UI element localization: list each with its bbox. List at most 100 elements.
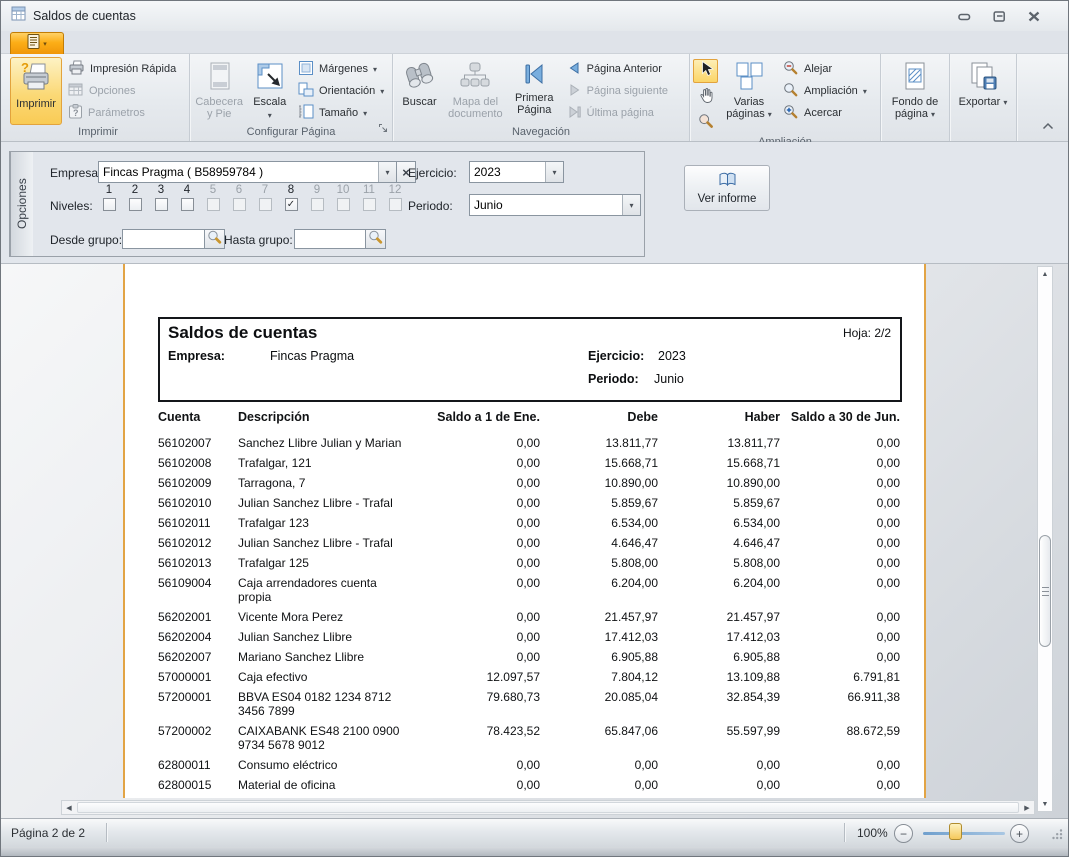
application-menu-button[interactable]: ▾ [10, 32, 64, 54]
page-indicator: Página 2 de 2 [11, 826, 85, 840]
minimize-button[interactable] [956, 10, 972, 23]
buscar-button[interactable]: Buscar [396, 57, 443, 125]
desde-grupo-field [122, 229, 225, 249]
ver-informe-button[interactable]: Ver informe [684, 165, 770, 211]
hand-tool-button[interactable] [693, 85, 718, 109]
exportar-button[interactable]: Exportar ▾ [954, 57, 1012, 125]
chevron-down-icon[interactable]: ▾ [378, 162, 396, 182]
pointer-tool-button[interactable] [693, 59, 718, 83]
ejercicio-input[interactable] [470, 162, 545, 182]
chevron-down-icon[interactable]: ▾ [545, 162, 563, 182]
close-button[interactable] [1026, 10, 1042, 23]
collapse-ribbon-button[interactable] [1042, 117, 1054, 135]
ribbon-group-exportar: Exportar ▾ [950, 54, 1017, 141]
hasta-grupo-search-button[interactable] [366, 229, 386, 249]
acercar-button[interactable]: Acercar [779, 103, 875, 123]
report-empresa-label: Empresa: [168, 349, 225, 363]
table-cell: 13.109,88 [658, 667, 780, 687]
table-row: 56202001Vicente Mora Perez0,0021.457,972… [158, 607, 900, 627]
scroll-down-arrow[interactable]: ▼ [1038, 797, 1052, 811]
table-cell: 0,00 [658, 755, 780, 775]
empresa-label: Empresa: [50, 166, 101, 180]
orientacion-button[interactable]: Orientación ▾ [294, 81, 389, 101]
resize-grip-icon[interactable] [1051, 828, 1063, 843]
scroll-left-arrow[interactable]: ◀ [62, 801, 76, 814]
vertical-scrollbar-thumb[interactable] [1039, 535, 1051, 647]
margenes-button[interactable]: Márgenes ▾ [294, 59, 389, 79]
nivel-checkbox-8[interactable]: ✓ [285, 198, 298, 211]
table-cell: 0,00 [780, 473, 900, 493]
nivel-checkbox-1[interactable] [103, 198, 116, 211]
table-cell: Tarragona, 7 [238, 473, 413, 493]
alejar-button[interactable]: Alejar [779, 59, 875, 79]
primera-pagina-button[interactable]: Primera Página [508, 57, 561, 125]
empresa-combobox[interactable]: ▾ [98, 161, 397, 183]
dialog-launcher-icon[interactable] [378, 121, 389, 139]
escala-button[interactable]: Escala ▾ [247, 57, 292, 125]
table-cell: 0,00 [780, 627, 900, 647]
maximize-button[interactable] [991, 10, 1007, 23]
opciones-button[interactable]: Opciones [64, 81, 186, 101]
ampliacion-button[interactable]: Ampliación ▾ [779, 81, 875, 101]
table-row: 62800011Consumo eléctrico0,000,000,000,0… [158, 755, 900, 775]
empresa-input[interactable] [99, 162, 378, 182]
fondo-pagina-button[interactable]: Fondo de página ▾ [884, 57, 946, 125]
ultima-pagina-button[interactable]: Última página [563, 103, 686, 123]
zoom-tool-button[interactable] [693, 111, 718, 135]
scroll-up-arrow[interactable]: ▲ [1038, 267, 1052, 281]
vertical-scrollbar[interactable]: ▲ ▼ [1037, 266, 1053, 812]
svg-text:?: ? [73, 108, 79, 118]
impresion-rapida-button[interactable]: Impresión Rápida [64, 59, 186, 79]
table-cell: 79.680,73 [413, 687, 540, 721]
table-cell: 13.811,77 [658, 433, 780, 453]
zoom-slider-track[interactable] [923, 832, 1005, 835]
table-cell: 57200001 [158, 687, 238, 721]
table-cell: 78.423,52 [413, 721, 540, 755]
desde-grupo-search-button[interactable] [205, 229, 225, 249]
mapa-documento-button[interactable]: Mapa del documento [445, 57, 506, 125]
periodo-combobox[interactable]: ▾ [469, 194, 641, 216]
cabecera-pie-button[interactable]: Cabecera y Pie [193, 57, 245, 125]
ejercicio-combobox[interactable]: ▾ [469, 161, 564, 183]
periodo-input[interactable] [470, 195, 622, 215]
nivel-checkbox-3[interactable] [155, 198, 168, 211]
zoom-slider-thumb[interactable] [949, 823, 962, 840]
document-preview: Saldos de cuentas Hoja: 2/2 Empresa: Fin… [1, 263, 1068, 818]
table-cell: 88.672,59 [780, 721, 900, 755]
nivel-checkbox-4[interactable] [181, 198, 194, 211]
pagina-siguiente-button[interactable]: Página siguiente [563, 81, 686, 101]
table-cell: 0,00 [780, 533, 900, 553]
horizontal-scrollbar[interactable]: ◀ ▶ [61, 800, 1035, 815]
nivel-checkbox-2[interactable] [129, 198, 142, 211]
desde-grupo-input[interactable] [122, 229, 205, 249]
document-map-icon [459, 61, 491, 94]
table-row: 56109004Caja arrendadores cuenta propia0… [158, 573, 900, 607]
horizontal-scrollbar-thumb[interactable] [77, 802, 1019, 813]
desde-grupo-label: Desde grupo: [50, 233, 122, 247]
nivel-number-label: 5 [210, 184, 216, 196]
scroll-right-arrow[interactable]: ▶ [1020, 801, 1034, 814]
chevron-down-icon: ▾ [1003, 98, 1007, 107]
hasta-grupo-input[interactable] [294, 229, 366, 249]
exportar-label: Exportar ▾ [958, 96, 1009, 109]
ribbon-group-navegacion: Buscar Mapa del documento Primera Página [393, 54, 690, 141]
table-cell: 0,00 [413, 473, 540, 493]
table-cell: 55.597,99 [658, 721, 780, 755]
imprimir-button[interactable]: ? Imprimir [10, 57, 62, 125]
pagina-anterior-button[interactable]: Página Anterior [563, 59, 686, 79]
zoom-out-button[interactable]: − [894, 824, 913, 843]
tamano-button[interactable]: Tamaño ▾ [294, 103, 389, 123]
chevron-down-icon[interactable]: ▾ [622, 195, 640, 215]
mapa-documento-label: Mapa del documento [446, 96, 505, 120]
parametros-button[interactable]: ? Parámetros [64, 103, 186, 123]
table-row: 56102011Trafalgar 1230,006.534,006.534,0… [158, 513, 900, 533]
nivel-number-label: 2 [132, 184, 138, 196]
app-icon [11, 6, 26, 26]
table-cell: 10.890,00 [540, 473, 658, 493]
table-row: 56102008Trafalgar, 1210,0015.668,7115.66… [158, 453, 900, 473]
ultima-pagina-label: Última página [587, 107, 654, 119]
zoom-in-button[interactable]: + [1010, 824, 1029, 843]
varias-paginas-button[interactable]: Varias páginas ▾ [721, 57, 777, 135]
table-cell: 57000001 [158, 667, 238, 687]
table-cell: 0,00 [540, 775, 658, 795]
